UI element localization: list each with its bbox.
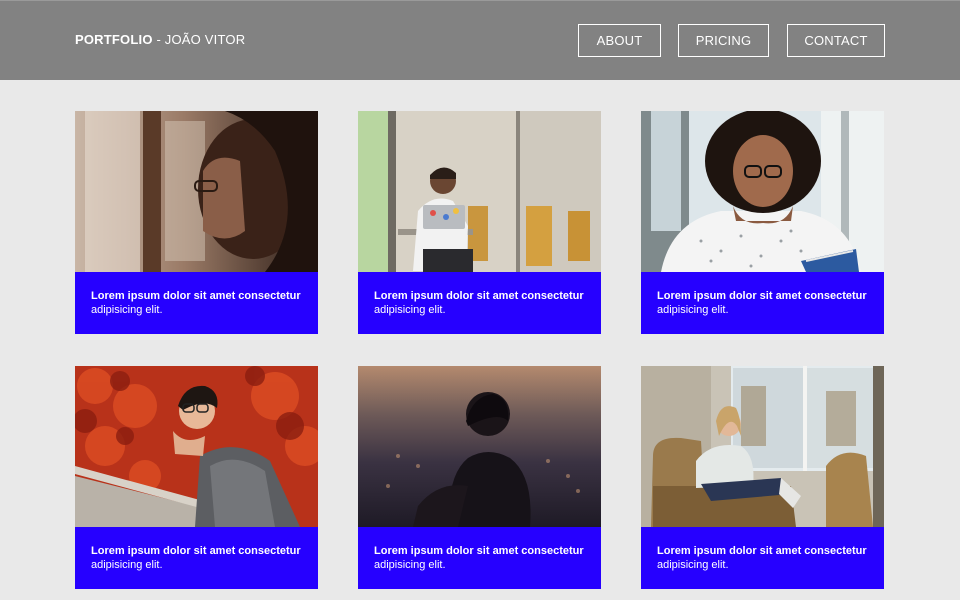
- woman-armchair-room-photo: [641, 366, 884, 527]
- nav-about-button[interactable]: ABOUT: [578, 24, 661, 57]
- card-subtitle: adipisicing elit.: [657, 559, 729, 571]
- portfolio-card[interactable]: Lorem ipsum dolor sit amet consectetur a…: [641, 111, 884, 334]
- brand-name: PORTFOLIO: [75, 32, 153, 47]
- card-subtitle: adipisicing elit.: [374, 559, 446, 571]
- card-title: Lorem ipsum dolor sit amet consectetur: [657, 545, 867, 557]
- card-caption: Lorem ipsum dolor sit amet consectetur a…: [91, 289, 310, 317]
- portfolio-card[interactable]: Lorem ipsum dolor sit amet consectetur a…: [358, 111, 601, 334]
- card-subtitle: adipisicing elit.: [374, 304, 446, 316]
- nav-contact-button[interactable]: CONTACT: [787, 24, 885, 57]
- portfolio-card[interactable]: Lorem ipsum dolor sit amet consectetur a…: [358, 366, 601, 589]
- man-laptop-office-photo: [358, 111, 601, 272]
- card-caption: Lorem ipsum dolor sit amet consectetur a…: [374, 289, 593, 317]
- nav-pricing-button[interactable]: PRICING: [678, 24, 769, 57]
- brand-logo[interactable]: PORTFOLIO - JOÃO VITOR: [75, 32, 245, 47]
- site-header: PORTFOLIO - JOÃO VITOR ABOUT PRICING CON…: [0, 0, 960, 80]
- card-caption: Lorem ipsum dolor sit amet consectetur a…: [91, 544, 310, 572]
- woman-profile-window-photo: [75, 111, 318, 272]
- card-caption: Lorem ipsum dolor sit amet consectetur a…: [374, 544, 593, 572]
- card-caption: Lorem ipsum dolor sit amet consectetur a…: [657, 544, 876, 572]
- card-title: Lorem ipsum dolor sit amet consectetur: [91, 290, 301, 302]
- card-title: Lorem ipsum dolor sit amet consectetur: [374, 290, 584, 302]
- portfolio-card[interactable]: Lorem ipsum dolor sit amet consectetur a…: [75, 366, 318, 589]
- card-subtitle: adipisicing elit.: [91, 304, 163, 316]
- card-title: Lorem ipsum dolor sit amet consectetur: [91, 545, 301, 557]
- woman-sunset-silhouette-photo: [358, 366, 601, 527]
- portfolio-card[interactable]: Lorem ipsum dolor sit amet consectetur a…: [75, 111, 318, 334]
- card-subtitle: adipisicing elit.: [91, 559, 163, 571]
- card-subtitle: adipisicing elit.: [657, 304, 729, 316]
- portfolio-card[interactable]: Lorem ipsum dolor sit amet consectetur a…: [641, 366, 884, 589]
- brand-owner: - JOÃO VITOR: [152, 32, 246, 47]
- woman-glasses-reading-photo: [641, 111, 884, 272]
- card-title: Lorem ipsum dolor sit amet consectetur: [657, 290, 867, 302]
- card-title: Lorem ipsum dolor sit amet consectetur: [374, 545, 584, 557]
- card-caption: Lorem ipsum dolor sit amet consectetur a…: [657, 289, 876, 317]
- woman-autumn-leaves-photo: [75, 366, 318, 527]
